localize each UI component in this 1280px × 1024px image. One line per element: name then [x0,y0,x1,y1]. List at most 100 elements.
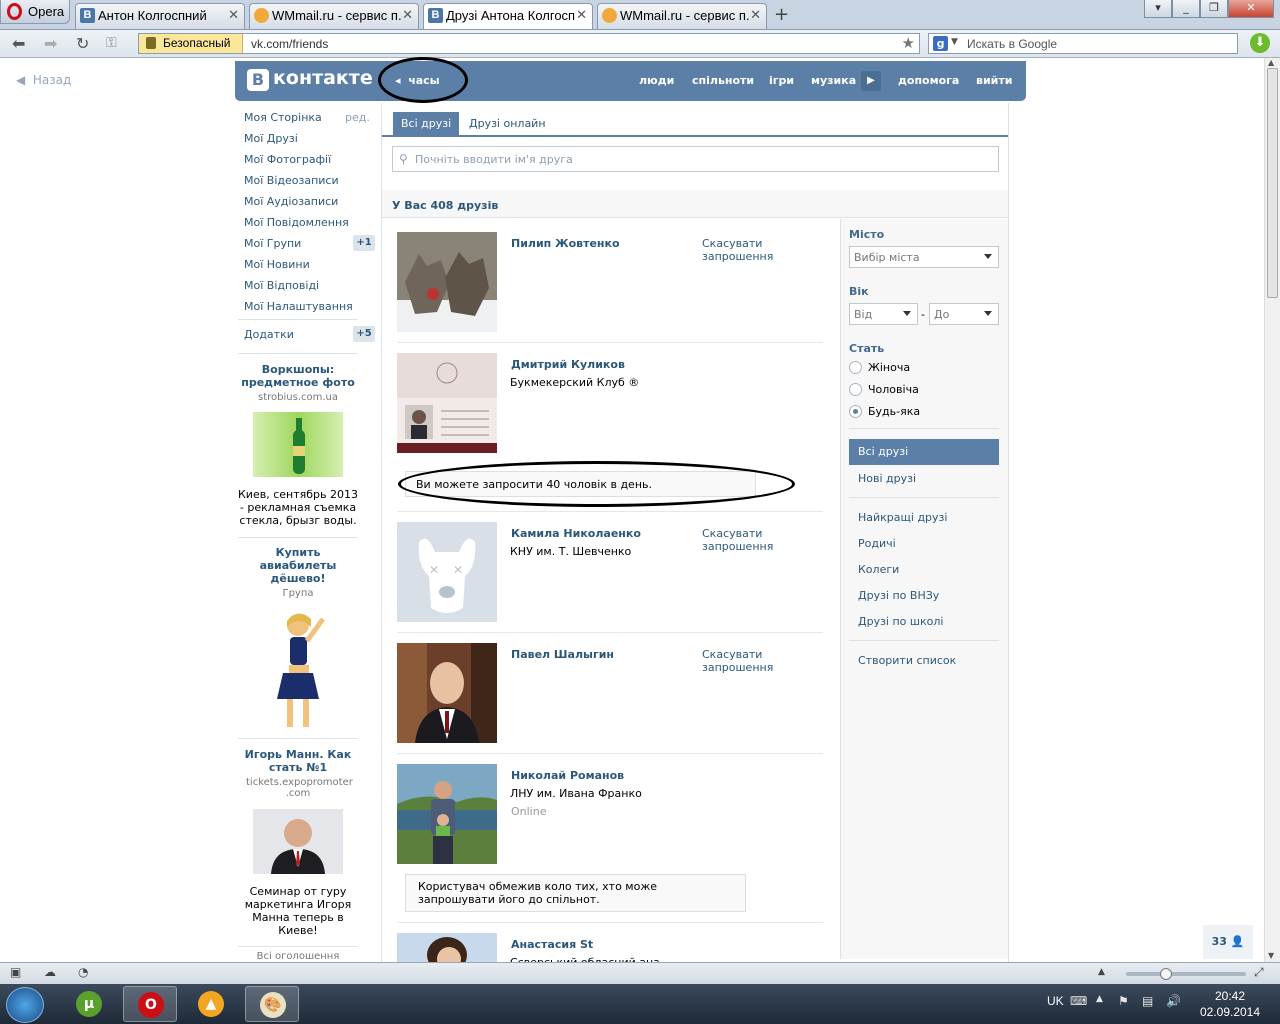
nav-communities[interactable]: спільноти [692,74,754,87]
close-icon[interactable]: ✕ [228,7,239,23]
browser-tab-active[interactable]: B Друзі Антона Колгосп... ✕ [423,3,593,29]
browser-tab[interactable]: WMmail.ru - сервис п... ✕ [597,3,767,29]
download-icon[interactable]: ⬇ [1250,33,1270,53]
friend-avatar[interactable] [397,764,497,864]
taskbar-utorrent[interactable]: µ [62,986,116,1022]
fit-to-window-icon[interactable]: ⤢ [1254,965,1264,980]
list-relatives[interactable]: Родичі [858,537,896,550]
list-colleagues[interactable]: Колеги [858,563,899,576]
back-arrow-icon[interactable]: ⬅ [12,34,25,53]
menu-my-friends[interactable]: Мої Друзі [244,132,298,145]
friend-name[interactable]: Николай Романов [511,769,624,782]
friend-name[interactable]: Дмитрий Куликов [511,358,625,371]
cancel-invite-link[interactable]: Скасувати запрошення [702,648,802,674]
url-field[interactable]: Безопасный vk.com/friends ★ [138,33,920,54]
im-counter-button[interactable]: 33 👤 [1203,925,1253,959]
minimize-icon[interactable]: _ [1172,0,1200,18]
forward-arrow-icon[interactable]: ➡ [44,34,57,53]
close-icon[interactable]: ✕ [750,7,761,23]
zoom-slider-knob[interactable] [1160,968,1172,980]
nav-more-arrow-icon[interactable]: ▶ [861,71,881,91]
chevron-down-icon[interactable]: ▼ [951,37,958,47]
menu-my-audio[interactable]: Мої Аудіозаписи [244,195,338,208]
zoom-arrow-icon[interactable]: ▲ [1098,967,1105,977]
cancel-invite-link[interactable]: Скасувати запрошення [702,237,802,263]
radio-any[interactable] [849,405,862,418]
close-icon[interactable]: ✕ [576,7,587,23]
tab-friends-online[interactable]: Друзі онлайн [469,117,546,130]
section-new-friends[interactable]: Нові друзі [858,472,916,485]
groups-count-badge[interactable]: +1 [353,235,375,251]
city-select[interactable]: Вибір міста [849,246,999,268]
action-center-flag-icon[interactable]: ⚑ [1118,994,1129,1008]
scrollbar-thumb[interactable] [1267,68,1278,298]
create-list-link[interactable]: Створити список [858,654,956,667]
taskbar-opera[interactable]: O [123,986,177,1022]
browser-tab[interactable]: B Антон Колгоспний ✕ [75,3,245,29]
scroll-down-arrow-icon[interactable]: ▼ [1268,951,1274,960]
ad-title[interactable]: Купить авиабилеты дёшево! [250,546,346,585]
cancel-invite-link[interactable]: Скасувати запрошення [702,527,802,553]
friend-avatar[interactable] [397,232,497,332]
ad-image[interactable] [253,412,343,477]
ad-title[interactable]: Игорь Манн. Как стать №1 [238,748,358,774]
friend-info[interactable]: Букмекерский Клуб ® [510,376,639,389]
menu-my-page[interactable]: Моя Сторінка [244,111,322,124]
age-to-select[interactable]: До [929,303,999,325]
section-all-friends[interactable]: Всі друзі [849,439,999,465]
friend-name[interactable]: Камила Николаенко [511,527,641,540]
friend-search-input[interactable]: ⚲ Почніть вводити ім'я друга [392,146,999,172]
menu-my-answers[interactable]: Мої Відповіді [244,279,319,292]
friend-name[interactable]: Павел Шалыгин [511,648,614,661]
menu-my-news[interactable]: Мої Новини [244,258,310,271]
menu-my-groups[interactable]: Мої Групи [244,237,301,250]
radio-female[interactable] [849,361,862,374]
ad-image[interactable] [253,809,343,874]
window-close-icon[interactable]: ✕ [1228,0,1274,18]
taskbar-paint[interactable]: 🎨 [245,986,299,1022]
radio-female-label[interactable]: Жіноча [868,361,910,374]
security-badge[interactable]: Безопасный [139,34,243,53]
menu-my-settings[interactable]: Мої Налаштування [244,300,353,313]
cloud-icon[interactable]: ☁ [44,965,56,979]
list-university-friends[interactable]: Друзі по ВНЗу [858,589,939,602]
clock-date[interactable]: 02.09.2014 [1196,1005,1264,1019]
radio-male[interactable] [849,383,862,396]
all-ads-link[interactable]: Всі оголошення [238,951,358,962]
bookmark-star-icon[interactable]: ★ [902,34,915,52]
clock-time[interactable]: 20:42 [1200,989,1260,1003]
taskbar-aimp[interactable]: ▲ [184,986,238,1022]
friend-avatar[interactable] [397,643,497,743]
reload-icon[interactable]: ↻ [76,34,89,53]
panel-toggle-icon[interactable]: ▣ [10,965,21,979]
search-engine-field[interactable]: g ▼ Искать в Google [928,33,1238,54]
friend-info[interactable]: ЛНУ им. Ивана Франко [510,787,642,800]
nav-logout[interactable]: вийти [976,74,1012,87]
keyboard-icon[interactable]: ⌨ [1070,994,1087,1008]
volume-icon[interactable]: 🔊 [1166,994,1181,1008]
new-tab-plus-icon[interactable]: + [774,4,789,25]
nav-music[interactable]: музика [811,74,856,87]
tab-all-friends[interactable]: Всі друзі [393,112,460,136]
zoom-slider-track[interactable] [1126,972,1246,976]
opera-menu-button[interactable]: Opera [0,0,70,24]
browser-tab[interactable]: WMmail.ru - сервис п... ✕ [249,3,419,29]
ad-title[interactable]: Воркшопы: предметное фото [238,363,358,389]
radio-male-label[interactable]: Чоловіча [868,383,919,396]
menu-apps[interactable]: Додатки [244,328,294,341]
language-indicator[interactable]: UK [1047,994,1064,1008]
friend-avatar[interactable] [397,933,497,962]
restore-icon[interactable]: ❐ [1200,0,1228,18]
ad-text[interactable]: Семинар от гуру маркетинга Игоря Манна т… [238,885,358,937]
tab-list-chevron-icon[interactable]: ▾ [1144,0,1172,18]
ad-text[interactable]: Киев, сентябрь 2013 - рекламная съемка с… [238,488,358,527]
edit-link[interactable]: ред. [345,111,370,124]
close-icon[interactable]: ✕ [402,7,413,23]
apps-count-badge[interactable]: +5 [353,326,375,342]
tray-expand-icon[interactable]: ▲ [1096,994,1103,1004]
back-link[interactable]: ◀ Назад [16,73,71,87]
key-icon[interactable]: ⚿ [106,35,117,51]
radio-any-label[interactable]: Будь-яка [868,405,920,418]
list-best-friends[interactable]: Найкращі друзі [858,511,947,524]
ad-image[interactable] [253,607,343,729]
